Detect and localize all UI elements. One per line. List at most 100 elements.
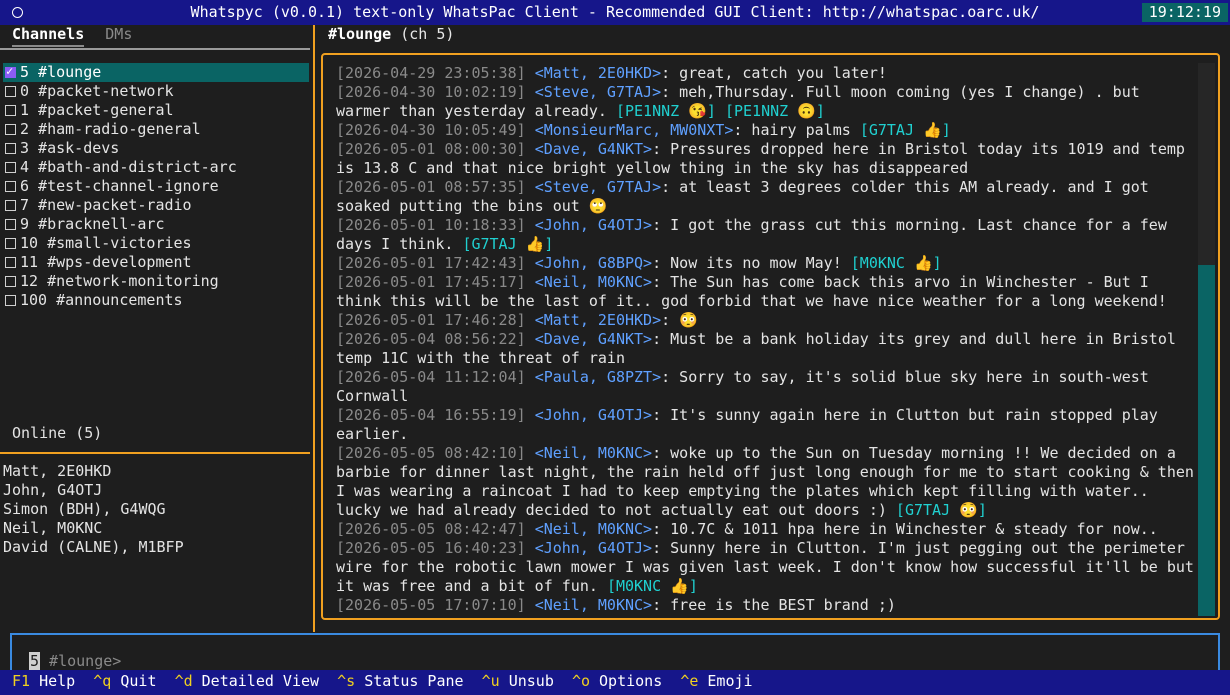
channel-item[interactable]: 3 #ask-devs xyxy=(3,139,309,158)
sidebar-divider xyxy=(0,48,310,50)
clock: 19:12:19 xyxy=(1141,3,1228,22)
message-input[interactable] xyxy=(10,633,1220,673)
checkbox-icon[interactable] xyxy=(5,62,16,81)
message-list: [2026-04-29 23:05:38] <Matt, 2E0HKD>: gr… xyxy=(336,64,1196,615)
message-sender[interactable]: <Dave, G4NKT> xyxy=(535,330,652,348)
message-sender[interactable]: <Dave, G4NKT> xyxy=(535,140,652,158)
message: [2026-05-05 08:42:10] <Neil, M0KNC>: wok… xyxy=(336,444,1196,520)
checkbox-icon[interactable] xyxy=(5,162,16,173)
shortcut-label: Quit xyxy=(111,672,157,690)
channel-item[interactable]: 2 #ham-radio-general xyxy=(3,120,309,139)
input-prompt-text: #lounge> xyxy=(40,652,122,670)
checkbox-icon[interactable] xyxy=(5,238,16,249)
channel-item[interactable]: 1 #packet-general xyxy=(3,101,309,120)
online-user[interactable]: Neil, M0KNC xyxy=(3,519,184,538)
channel-item[interactable]: 11 #wps-development xyxy=(3,253,309,272)
channel-number: (ch 5) xyxy=(391,25,455,43)
message-pane[interactable]: [2026-04-29 23:05:38] <Matt, 2E0HKD>: gr… xyxy=(321,53,1220,620)
online-user[interactable]: Simon (BDH), G4WQG xyxy=(3,500,184,519)
shortcut-item[interactable]: ^o Options xyxy=(572,672,662,690)
message-timestamp: [2026-05-01 08:57:35] xyxy=(336,178,526,196)
channel-label: 6 #test-channel-ignore xyxy=(20,177,219,195)
shortcut-list: F1 Help ^q Quit ^d Detailed View ^s Stat… xyxy=(12,672,753,691)
message-sender[interactable]: <John, G4OTJ> xyxy=(535,406,652,424)
channel-item[interactable]: 9 #bracknell-arc xyxy=(3,215,309,234)
channel-item[interactable]: 4 #bath-and-district-arc xyxy=(3,158,309,177)
checkbox-icon[interactable] xyxy=(5,105,16,116)
checkbox-icon[interactable] xyxy=(5,200,16,211)
shortcut-item[interactable]: ^s Status Pane xyxy=(337,672,463,690)
checkbox-icon[interactable] xyxy=(5,86,16,97)
channel-item[interactable]: 10 #small-victories xyxy=(3,234,309,253)
message-reaction: [PE1NNZ 🙃] xyxy=(724,102,825,120)
message-sender[interactable]: <MonsieurMarc, MW0NXT> xyxy=(535,121,734,139)
channel-item[interactable]: 100 #announcements xyxy=(3,291,309,310)
message: [2026-05-05 17:07:10] <Neil, M0KNC>: fre… xyxy=(336,596,1196,615)
checkbox-icon[interactable] xyxy=(5,219,16,230)
message-timestamp: [2026-05-01 17:46:28] xyxy=(336,311,526,329)
message-text: : 10.7C & 1011 hpa here in Winchester & … xyxy=(652,520,1158,538)
shortcut-item[interactable]: ^u Unsub xyxy=(482,672,554,690)
shortcut-item[interactable]: F1 Help xyxy=(12,672,75,690)
shortcut-item[interactable]: ^d Detailed View xyxy=(175,672,320,690)
online-divider xyxy=(0,452,310,454)
message-sender[interactable]: <John, G4OTJ> xyxy=(535,216,652,234)
channel-label: 5 #lounge xyxy=(20,63,102,81)
message-reaction: [PE1NNZ 😘] xyxy=(615,102,716,120)
message-reaction: [G7TAJ 👍] xyxy=(462,235,554,253)
message-sender[interactable]: <Neil, M0KNC> xyxy=(535,444,652,462)
scrollbar-thumb[interactable] xyxy=(1198,265,1215,616)
checkbox-icon[interactable] xyxy=(5,181,16,192)
message-timestamp: [2026-05-01 10:18:33] xyxy=(336,216,526,234)
channel-item[interactable]: 6 #test-channel-ignore xyxy=(3,177,309,196)
message-sender[interactable]: <Neil, M0KNC> xyxy=(535,520,652,538)
message: [2026-05-05 16:40:23] <John, G4OTJ>: Sun… xyxy=(336,539,1196,596)
shortcut-label: Detailed View xyxy=(192,672,320,690)
message-sender[interactable]: <Neil, M0KNC> xyxy=(535,273,652,291)
message-sender[interactable]: <Paula, G8PZT> xyxy=(535,368,661,386)
message-sender[interactable]: <John, G4OTJ> xyxy=(535,539,652,557)
checkbox-icon[interactable] xyxy=(5,276,16,287)
online-user[interactable]: David (CALNE), M1BFP xyxy=(3,538,184,557)
shortcut-item[interactable]: ^q Quit xyxy=(93,672,156,690)
shortcut-key: F1 xyxy=(12,672,31,690)
message-timestamp: [2026-04-29 23:05:38] xyxy=(336,64,526,82)
message-reaction: [G7TAJ 😳] xyxy=(895,501,987,519)
message: [2026-05-04 16:55:19] <John, G4OTJ>: It'… xyxy=(336,406,1196,444)
channel-label: 0 #packet-network xyxy=(20,82,174,100)
checkbox-icon[interactable] xyxy=(5,295,16,306)
message: [2026-05-05 08:42:47] <Neil, M0KNC>: 10.… xyxy=(336,520,1196,539)
title-bar: Whatspyc (v0.0.1) text-only WhatsPac Cli… xyxy=(0,0,1230,25)
message-sender[interactable]: <Matt, 2E0HKD> xyxy=(535,64,661,82)
message-sender[interactable]: <Steve, G7TAJ> xyxy=(535,178,661,196)
message-timestamp: [2026-05-01 17:42:43] xyxy=(336,254,526,272)
channel-item[interactable]: 5 #lounge xyxy=(3,62,309,82)
status-bar: F1 Help ^q Quit ^d Detailed View ^s Stat… xyxy=(0,670,1230,695)
tab-channels[interactable]: Channels xyxy=(12,25,85,47)
app-title: Whatspyc (v0.0.1) text-only WhatsPac Cli… xyxy=(190,3,1040,21)
checkbox-icon[interactable] xyxy=(5,124,16,135)
message-timestamp: [2026-05-05 17:07:10] xyxy=(336,596,526,614)
message: [2026-04-29 23:05:38] <Matt, 2E0HKD>: gr… xyxy=(336,64,1196,83)
online-user[interactable]: Matt, 2E0HKD xyxy=(3,462,184,481)
message-timestamp: [2026-05-04 16:55:19] xyxy=(336,406,526,424)
shortcut-item[interactable]: ^e Emoji xyxy=(680,672,752,690)
channel-item[interactable]: 12 #network-monitoring xyxy=(3,272,309,291)
message: [2026-05-01 08:00:30] <Dave, G4NKT>: Pre… xyxy=(336,140,1196,178)
tab-dms[interactable]: DMs xyxy=(105,25,132,44)
sidebar-tabs: Channels DMs xyxy=(12,25,144,47)
message: [2026-05-01 08:57:35] <Steve, G7TAJ>: at… xyxy=(336,178,1196,216)
message-timestamp: [2026-05-01 17:45:17] xyxy=(336,273,526,291)
message-sender[interactable]: <John, G8BPQ> xyxy=(535,254,652,272)
shortcut-label: Status Pane xyxy=(355,672,464,690)
message-sender[interactable]: <Neil, M0KNC> xyxy=(535,596,652,614)
channel-item[interactable]: 0 #packet-network xyxy=(3,82,309,101)
checkbox-icon[interactable] xyxy=(5,257,16,268)
message-sender[interactable]: <Matt, 2E0HKD> xyxy=(535,311,661,329)
online-user[interactable]: John, G4OTJ xyxy=(3,481,184,500)
input-channel-number: 5 xyxy=(29,652,41,670)
message-reaction: [G7TAJ 👍] xyxy=(859,121,951,139)
checkbox-icon[interactable] xyxy=(5,143,16,154)
channel-item[interactable]: 7 #new-packet-radio xyxy=(3,196,309,215)
message-sender[interactable]: <Steve, G7TAJ> xyxy=(535,83,661,101)
